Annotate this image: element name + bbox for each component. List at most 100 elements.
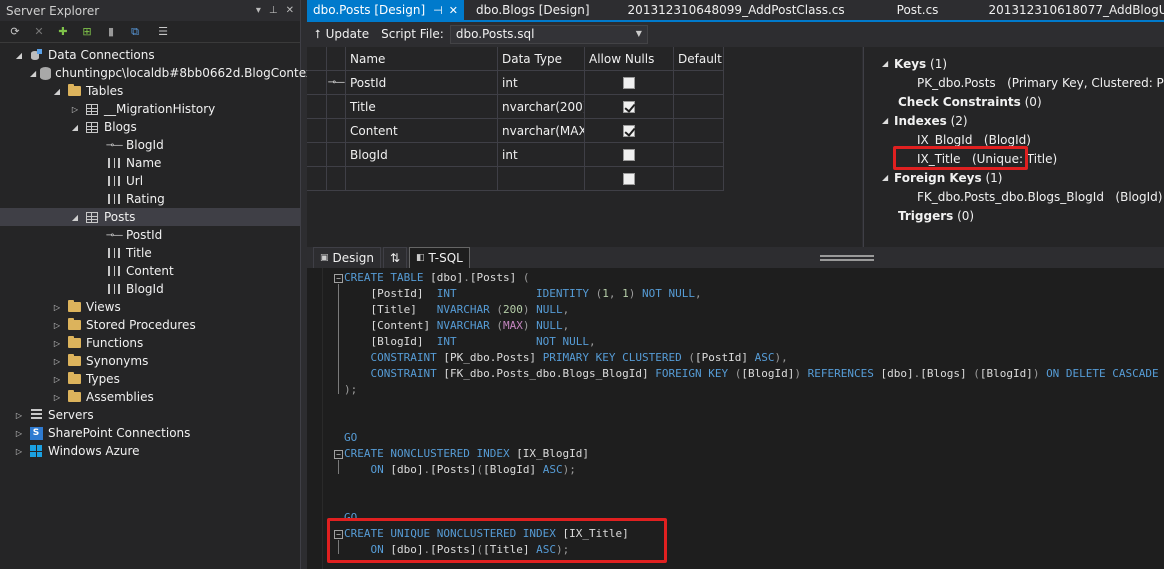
- row-selector[interactable]: [307, 143, 327, 167]
- expand-arrow-icon[interactable]: ▷: [52, 357, 62, 366]
- header-allow-nulls[interactable]: Allow Nulls: [585, 47, 674, 71]
- doc-tab-3[interactable]: Post.cs: [891, 0, 945, 20]
- tree-node-stored-procedures[interactable]: ▷ Stored Procedures: [0, 316, 300, 334]
- default-cell[interactable]: [674, 119, 724, 143]
- grid-corner-cell[interactable]: [307, 47, 327, 71]
- connect-to-azure-icon[interactable]: ⧉: [128, 25, 142, 39]
- table-row[interactable]: ▶⊸—PostIdint: [307, 71, 862, 95]
- expand-arrow-icon[interactable]: ▷: [52, 303, 62, 312]
- tree-node-url[interactable]: Url: [0, 172, 300, 190]
- allow-nulls-checkbox[interactable]: [623, 124, 635, 137]
- expand-arrow-icon[interactable]: ▷: [14, 429, 24, 438]
- foreign-keys-group[interactable]: ◢ Foreign Keys (1): [864, 168, 1164, 187]
- column-name-cell[interactable]: Title: [346, 95, 498, 119]
- header-data-type[interactable]: Data Type: [498, 47, 585, 71]
- close-icon[interactable]: ✕: [286, 5, 294, 16]
- expand-arrow-icon[interactable]: ▷: [52, 375, 62, 384]
- row-selector[interactable]: [307, 119, 327, 143]
- pin-icon[interactable]: ⊥: [269, 5, 278, 16]
- indexes-group[interactable]: ◢ Indexes (2): [864, 111, 1164, 130]
- allow-nulls-checkbox[interactable]: [623, 100, 635, 113]
- tree-node-migrationhistory[interactable]: ▷ __MigrationHistory: [0, 100, 300, 118]
- check-constraints-group[interactable]: Check Constraints (0): [864, 92, 1164, 111]
- row-selector[interactable]: [307, 167, 327, 191]
- tree-node-sharepoint-connections[interactable]: ▷ S SharePoint Connections: [0, 424, 300, 442]
- header-default[interactable]: Default: [674, 47, 724, 71]
- tree-node-windows-azure[interactable]: ▷ Windows Azure: [0, 442, 300, 460]
- pane-splitter-grip[interactable]: [820, 255, 874, 261]
- collapse-arrow-icon[interactable]: ◢: [882, 116, 894, 125]
- tree-node-functions[interactable]: ▷ Functions: [0, 334, 300, 352]
- collapse-arrow-icon[interactable]: ◢: [70, 123, 80, 132]
- data-type-cell[interactable]: [498, 167, 585, 191]
- table-row[interactable]: Title nvarchar(200): [307, 95, 862, 119]
- allow-nulls-checkbox[interactable]: [623, 172, 635, 185]
- default-cell[interactable]: [674, 167, 724, 191]
- tree-node-data-connections[interactable]: ◢ Data Connections: [0, 46, 300, 64]
- data-type-cell[interactable]: nvarchar(MAX): [498, 119, 585, 143]
- column-name-cell[interactable]: Content: [346, 119, 498, 143]
- tree-node-views[interactable]: ▷ Views: [0, 298, 300, 316]
- foreign-key-item[interactable]: FK_dbo.Posts_dbo.Blogs_BlogId (BlogId): [864, 187, 1164, 206]
- table-row[interactable]: Content nvarchar(MAX): [307, 119, 862, 143]
- doc-tab-0[interactable]: dbo.Posts [Design] ⊣ ✕: [307, 0, 464, 20]
- default-cell[interactable]: [674, 71, 724, 95]
- update-button[interactable]: ⭡ Update: [315, 27, 369, 42]
- expand-arrow-icon[interactable]: ▷: [52, 393, 62, 402]
- collapse-arrow-icon[interactable]: ◢: [70, 213, 80, 222]
- collapse-arrow-icon[interactable]: ◢: [882, 173, 894, 182]
- column-name-cell[interactable]: [346, 167, 498, 191]
- refresh-icon[interactable]: ⟳: [8, 25, 22, 39]
- tsql-editor[interactable]: CREATE TABLE [dbo].[Posts] ( [PostId] IN…: [307, 268, 1164, 569]
- connect-to-database-icon[interactable]: ✚: [56, 25, 70, 39]
- triggers-group[interactable]: Triggers (0): [864, 206, 1164, 225]
- tree-node-postid[interactable]: ⊸— PostId: [0, 226, 300, 244]
- script-file-dropdown[interactable]: dbo.Posts.sql ▼: [449, 24, 648, 44]
- allow-nulls-checkbox[interactable]: [623, 76, 635, 89]
- tree-node-title[interactable]: Title: [0, 244, 300, 262]
- row-selector[interactable]: ▶: [307, 71, 327, 95]
- tree-node-blogid[interactable]: ⊸— BlogId: [0, 136, 300, 154]
- tree-node-servers[interactable]: ▷ Servers: [0, 406, 300, 424]
- expand-arrow-icon[interactable]: ▷: [52, 339, 62, 348]
- expand-arrow-icon[interactable]: ▷: [52, 321, 62, 330]
- collapse-arrow-icon[interactable]: ◢: [14, 51, 24, 60]
- properties-icon[interactable]: ☰: [156, 25, 170, 39]
- tree-node-synonyms[interactable]: ▷ Synonyms: [0, 352, 300, 370]
- tree-node-content[interactable]: Content: [0, 262, 300, 280]
- tree-node-assemblies[interactable]: ▷ Assemblies: [0, 388, 300, 406]
- tree-node-types[interactable]: ▷ Types: [0, 370, 300, 388]
- keys-group[interactable]: ◢ Keys (1): [864, 54, 1164, 73]
- tree-node-blogs[interactable]: ◢ Blogs: [0, 118, 300, 136]
- data-type-cell[interactable]: int: [498, 143, 585, 167]
- data-type-cell[interactable]: int: [498, 71, 585, 95]
- table-row[interactable]: BlogId int: [307, 143, 862, 167]
- fold-toggle-icon[interactable]: −: [334, 274, 343, 283]
- header-name[interactable]: Name: [346, 47, 498, 71]
- stop-icon[interactable]: ✕: [32, 25, 46, 39]
- tab-design[interactable]: ▣ Design: [313, 247, 381, 268]
- close-icon[interactable]: ✕: [449, 4, 458, 17]
- doc-tab-4[interactable]: 201312310618077_AddBlogUrl.cs: [982, 0, 1164, 20]
- column-name-cell[interactable]: BlogId: [346, 143, 498, 167]
- tree-node-rating[interactable]: Rating: [0, 190, 300, 208]
- default-cell[interactable]: [674, 143, 724, 167]
- connect-to-server-icon[interactable]: ⊞: [80, 25, 94, 39]
- expand-arrow-icon[interactable]: ▷: [70, 105, 80, 114]
- tree-node-chuntingpc-localdb-8bb0662d-blogcontext[interactable]: ◢ chuntingpc\localdb#8bb0662d.BlogContext: [0, 64, 318, 82]
- default-cell[interactable]: [674, 95, 724, 119]
- row-selector[interactable]: [307, 95, 327, 119]
- data-type-cell[interactable]: nvarchar(200): [498, 95, 585, 119]
- expand-arrow-icon[interactable]: ▷: [14, 447, 24, 456]
- column-name-cell[interactable]: PostId: [346, 71, 498, 95]
- window-position-icon[interactable]: ▾: [256, 5, 261, 16]
- doc-tab-1[interactable]: dbo.Blogs [Design]: [470, 0, 596, 20]
- expand-arrow-icon[interactable]: ▷: [14, 411, 24, 420]
- primary-key-item[interactable]: PK_dbo.Posts (Primary Key, Clustered: Po…: [864, 73, 1164, 92]
- tree-node-posts[interactable]: ◢ Posts: [0, 208, 300, 226]
- tree-node-blogid[interactable]: BlogId: [0, 280, 300, 298]
- tree-node-name[interactable]: Name: [0, 154, 300, 172]
- collapse-arrow-icon[interactable]: ◢: [30, 69, 36, 78]
- pin-icon[interactable]: ⊣: [433, 4, 443, 17]
- allow-nulls-checkbox[interactable]: [623, 148, 635, 161]
